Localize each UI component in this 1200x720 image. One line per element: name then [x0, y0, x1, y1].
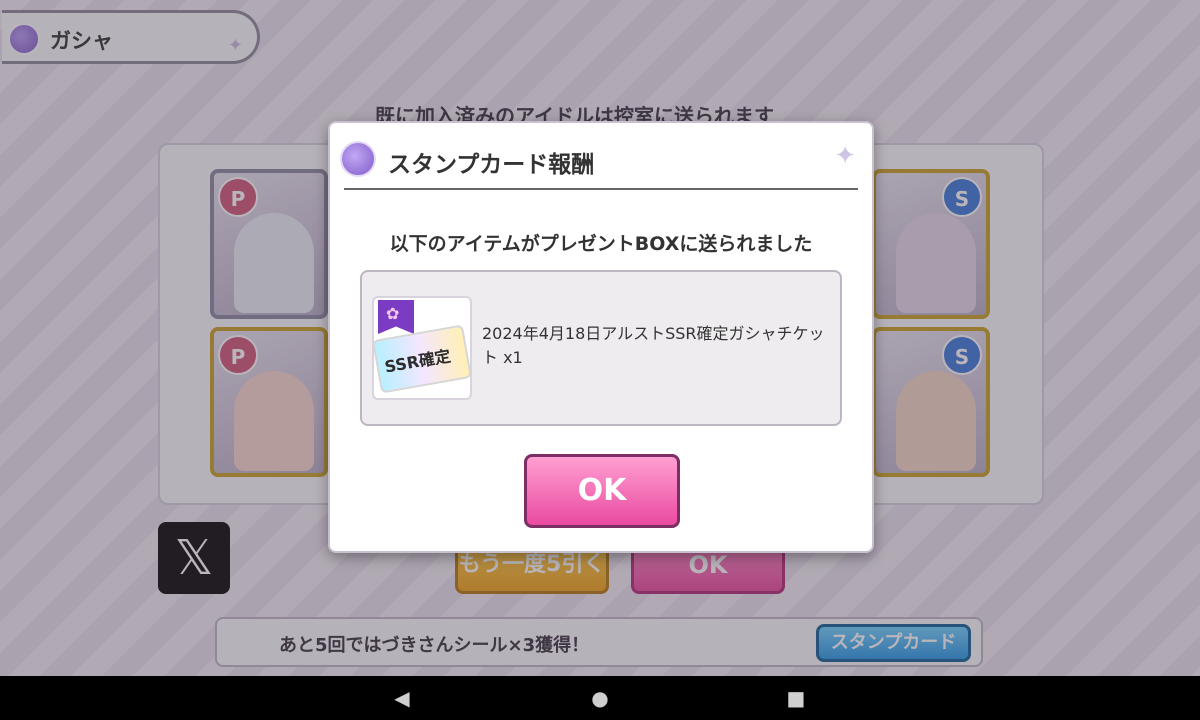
- dialog-ok-button[interactable]: OK: [524, 454, 680, 528]
- recents-icon[interactable]: ■: [784, 686, 808, 710]
- back-icon[interactable]: ◀: [390, 686, 414, 710]
- stamp-reward-dialog: スタンプカード報酬 ✦ 以下のアイテムがプレゼントBOXに送られました ✿ SS…: [328, 121, 874, 553]
- gacha-ticket-icon: ✿ SSR確定: [372, 296, 472, 400]
- home-icon[interactable]: ●: [588, 686, 612, 710]
- sparkle-icon: ✦: [834, 141, 856, 171]
- android-navigation-bar: ◀ ● ■: [0, 676, 1200, 720]
- reward-item-box: ✿ SSR確定 2024年4月18日アルストSSR確定ガシャチケット x1: [360, 270, 842, 426]
- flower-icon: ✿: [386, 304, 400, 323]
- dialog-icon: [340, 141, 376, 177]
- dialog-divider: [344, 188, 858, 190]
- reward-item-name: 2024年4月18日アルストSSR確定ガシャチケット x1: [482, 324, 825, 367]
- dialog-title: スタンプカード報酬: [388, 152, 595, 178]
- dialog-message: 以下のアイテムがプレゼントBOXに送られました: [389, 233, 813, 255]
